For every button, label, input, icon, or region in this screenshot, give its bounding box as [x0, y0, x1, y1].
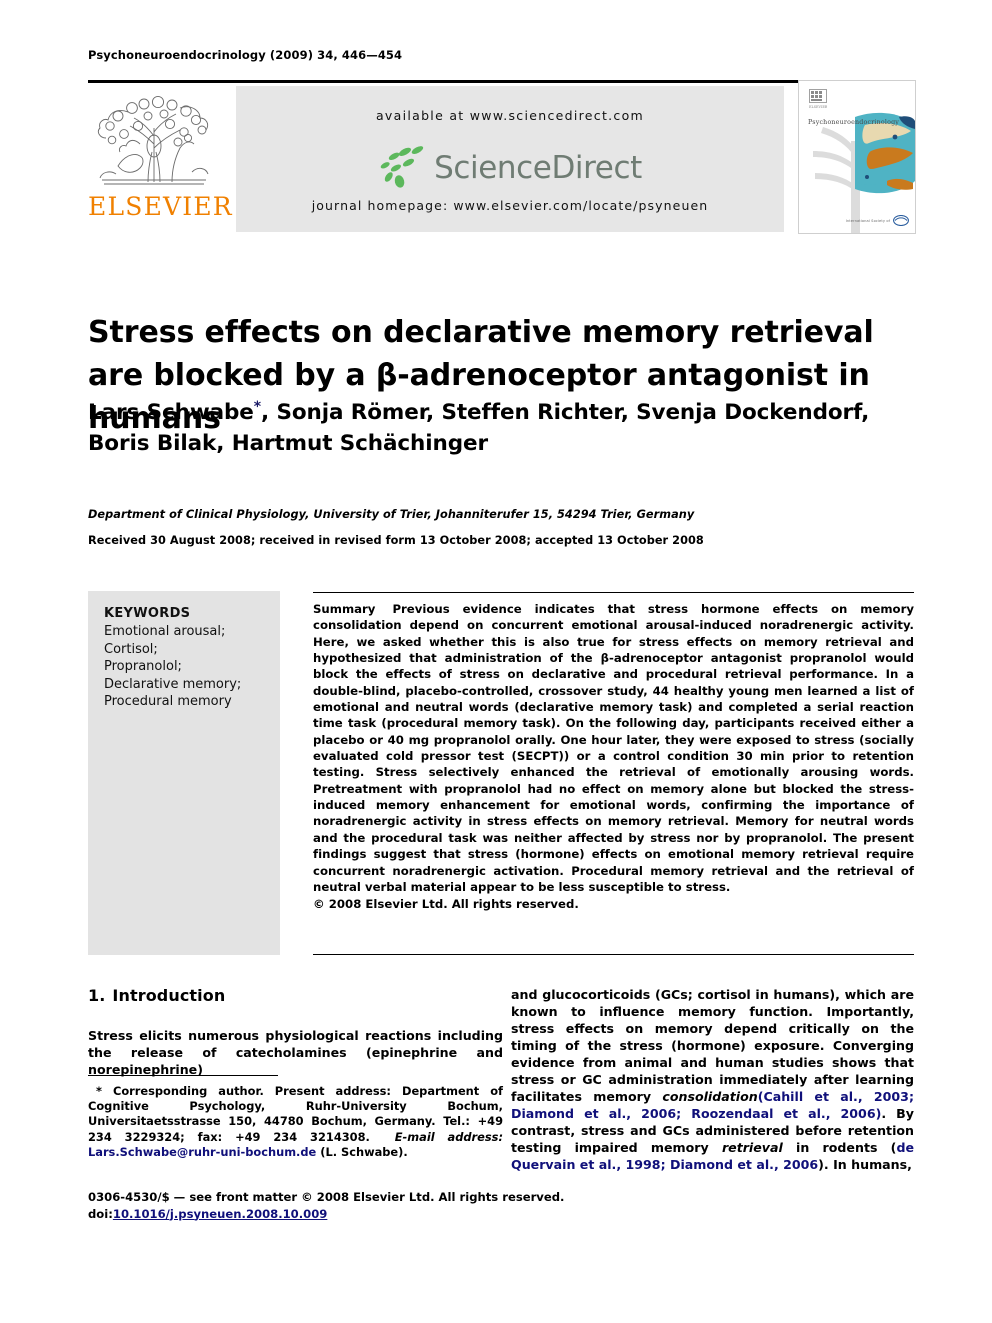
body-right-italic-consolidation: consolidation [662, 1089, 758, 1104]
front-matter-line: 0306-4530/$ — see front matter © 2008 El… [88, 1190, 565, 1204]
journal-homepage-text[interactable]: journal homepage: www.elsevier.com/locat… [236, 198, 784, 213]
abstract-bottom-divider [313, 954, 914, 955]
corresponding-author-marker[interactable]: * [254, 399, 261, 415]
cover-society-label: International Society of [845, 218, 890, 223]
article-page: Psychoneuroendocrinology (2009) 34, 446—… [0, 0, 992, 1323]
elsevier-logo: ELSEVIER [88, 86, 233, 232]
footnote-divider [88, 1075, 278, 1076]
elsevier-wordmark: ELSEVIER [88, 192, 233, 221]
keywords-panel: KEYWORDS Emotional arousal; Cortisol; Pr… [88, 591, 280, 955]
doi-prefix: doi: [88, 1206, 113, 1221]
header-divider [88, 80, 914, 83]
authors-rest-line1: , Sonja Römer, Steffen Richter, Svenja D… [261, 400, 870, 425]
author-first: Lars Schwabe [88, 400, 254, 425]
abstract-copyright: © 2008 Elsevier Ltd. All rights reserved… [313, 897, 579, 912]
sciencedirect-logo[interactable]: ScienceDirect [236, 142, 784, 194]
footnote-marker: * [96, 1084, 102, 1098]
section-title: Introduction [112, 986, 226, 1005]
received-dates: Received 30 August 2008; received in rev… [88, 534, 704, 547]
page-footer: 0306-4530/$ — see front matter © 2008 El… [88, 1189, 588, 1222]
elsevier-tree-icon [88, 86, 220, 194]
email-link[interactable]: Lars.Schwabe@ruhr-uni-bochum.de [88, 1145, 316, 1159]
sciencedirect-seed-icon [378, 145, 430, 191]
keyword-item[interactable]: Declarative memory; [104, 676, 274, 694]
journal-cover-thumbnail[interactable]: ELSEVIER Psychoneuroendocrinology Intern… [798, 80, 916, 234]
abstract: Summary Previous evidence indicates that … [313, 601, 914, 913]
section-number: 1. [88, 986, 106, 1005]
body-right-italic-retrieval: retrieval [721, 1140, 783, 1155]
society-logo-icon [893, 215, 909, 226]
keywords-heading: KEYWORDS [104, 606, 191, 621]
footnote-corresponding-author: * Corresponding author. Present address:… [88, 1084, 503, 1160]
body-right-part1: and glucocorticoids (GCs; cortisol in hu… [511, 987, 914, 1104]
available-at-text: available at www.sciencedirect.com [375, 108, 645, 123]
doi-line: doi:10.1016/j.psyneuen.2008.10.009 [88, 1206, 588, 1223]
body-left-column: Stress elicits numerous physiological re… [88, 1028, 503, 1077]
keyword-item[interactable]: Propranolol; [104, 658, 274, 676]
sciencedirect-band: available at www.sciencedirect.com Scien… [236, 86, 784, 232]
body-right-part3: in rodents ( [782, 1140, 897, 1155]
author-list: Lars Schwabe*, Sonja Römer, Steffen Rich… [88, 397, 888, 459]
section-heading-introduction: 1. Introduction [88, 986, 225, 1005]
email-owner: (L. Schwabe). [320, 1144, 408, 1159]
abstract-label: Summary [313, 602, 376, 616]
sciencedirect-wordmark: ScienceDirect [434, 150, 642, 186]
abstract-body: Previous evidence indicates that stress … [313, 602, 914, 894]
cover-society-mark: International Society of [846, 215, 909, 226]
running-head: Psychoneuroendocrinology (2009) 34, 446—… [88, 48, 403, 62]
email-address-label: E-mail address: [394, 1129, 503, 1144]
body-right-part4: ). In humans, [818, 1157, 912, 1172]
abstract-top-divider [313, 592, 914, 593]
doi-link[interactable]: 10.1016/j.psyneuen.2008.10.009 [113, 1207, 327, 1221]
svg-text:ELSEVIER: ELSEVIER [809, 105, 827, 109]
affiliation: Department of Clinical Physiology, Unive… [88, 508, 695, 521]
keyword-item[interactable]: Emotional arousal; [104, 623, 274, 641]
keyword-item[interactable]: Procedural memory [104, 693, 274, 711]
authors-line2: Boris Bilak, Hartmut Schächinger [88, 431, 488, 456]
cover-journal-title: Psychoneuroendocrinology [808, 119, 900, 126]
body-right-column: and glucocorticoids (GCs; cortisol in hu… [511, 986, 914, 1173]
keyword-item[interactable]: Cortisol; [104, 641, 274, 659]
